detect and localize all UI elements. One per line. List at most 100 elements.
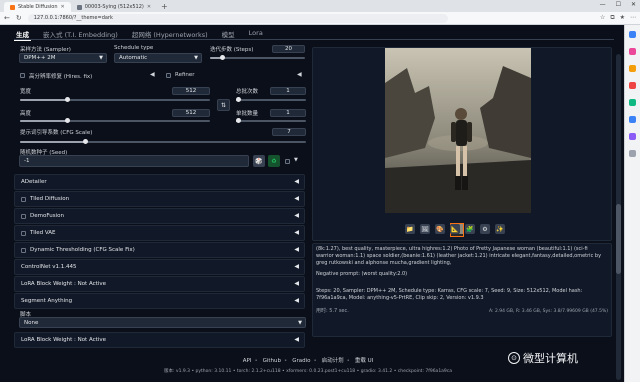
page-scrollbar[interactable] <box>616 54 621 380</box>
cfg-slider-handle[interactable] <box>83 139 89 144</box>
expand-arrow-icon: ◀ <box>294 195 299 202</box>
batch-count-slider[interactable] <box>236 97 306 102</box>
height-input[interactable]: 512 <box>172 109 210 117</box>
tab-title: Stable Diffusion <box>18 4 58 10</box>
seed-input[interactable]: -1 <box>19 155 249 167</box>
tab-favicon-icon <box>10 4 15 10</box>
outlook-icon[interactable] <box>629 116 636 123</box>
batch-count-slider-handle[interactable] <box>236 97 241 102</box>
favorites-icon[interactable]: ★ <box>620 14 625 22</box>
send-to-img2img-button[interactable]: 🖼 <box>420 224 430 234</box>
width-slider[interactable] <box>20 97 210 102</box>
footer-link-reload-ui[interactable]: 重载 UI <box>355 356 373 364</box>
steps-label: 迭代步数 (Steps) <box>210 47 254 53</box>
enable-checkbox[interactable] <box>21 231 26 236</box>
accordion-demofusion[interactable]: DemoFusion ◀ <box>14 208 305 224</box>
recycle-icon: ♻ <box>271 157 277 165</box>
gear-icon: ⚙ <box>482 225 488 233</box>
send-to-controlnet-button[interactable]: 🧩 <box>465 224 475 234</box>
send-to-inpaint-button[interactable]: 🎨 <box>435 224 445 234</box>
hires-expand-icon[interactable]: ◀ <box>150 71 155 78</box>
open-folder-button[interactable]: 📁 <box>405 224 415 234</box>
refresh-icon[interactable]: ↻ <box>16 14 22 22</box>
height-slider[interactable] <box>20 118 210 123</box>
footer-link-github[interactable]: Github <box>263 358 281 364</box>
accordion-tiled-diffusion[interactable]: Tiled Diffusion ◀ <box>14 191 305 207</box>
schedule-select[interactable]: Automatic ▼ <box>114 53 202 63</box>
width-slider-handle[interactable] <box>65 97 70 102</box>
steps-slider-handle[interactable] <box>219 55 225 60</box>
office-icon[interactable] <box>629 99 636 106</box>
reuse-seed-button[interactable]: ♻ <box>268 155 280 167</box>
batch-size-slider[interactable] <box>236 118 306 123</box>
footer-link-startup[interactable]: 启动计划 <box>322 356 344 364</box>
swap-dimensions-button[interactable]: ⇅ <box>217 99 230 111</box>
tools-icon[interactable] <box>629 65 636 72</box>
enable-checkbox[interactable] <box>21 214 26 219</box>
accordion-tiled-vae[interactable]: Tiled VAE ◀ <box>14 225 305 241</box>
games-icon[interactable] <box>629 82 636 89</box>
search-icon[interactable] <box>629 31 636 38</box>
settings-button[interactable]: ⚙ <box>480 224 490 234</box>
random-seed-button[interactable]: 🎲 <box>253 155 265 167</box>
scrollbar-thumb[interactable] <box>616 204 621 274</box>
expand-arrow-icon: ◀ <box>294 297 299 304</box>
accordion-lora-block-weight-2[interactable]: LoRA Block Weight : Not Active ◀ <box>14 332 305 348</box>
hires-checkbox[interactable] <box>20 73 25 78</box>
footer-separator: • <box>313 358 317 364</box>
dice-icon: 🎲 <box>255 157 263 165</box>
generated-image[interactable] <box>385 48 531 213</box>
accordion-controlnet[interactable]: ControlNet v1.1.445 ◀ <box>14 259 305 275</box>
batch-count-input[interactable]: 1 <box>270 87 306 95</box>
extra-seed-checkbox[interactable] <box>285 159 290 164</box>
hires-label: 高分辨率修复 (Hires. fix) <box>29 74 93 80</box>
add-icon[interactable] <box>629 150 636 157</box>
new-tab-button[interactable]: + <box>161 2 168 12</box>
footer-link-gradio[interactable]: Gradio <box>292 358 310 364</box>
cfg-label: 提示词引导系数 (CFG Scale) <box>20 130 93 136</box>
width-input[interactable]: 512 <box>172 87 210 95</box>
accordion-title: ADetailer <box>21 179 47 185</box>
swap-icon: ⇅ <box>220 101 227 109</box>
accordion-dynamic-thresholding[interactable]: Dynamic Thresholding (CFG Scale Fix) ◀ <box>14 242 305 258</box>
footer-link-api[interactable]: API <box>243 358 252 364</box>
send-to-extras-button[interactable]: 📐 <box>450 224 460 234</box>
chevron-down-icon: ▼ <box>99 55 103 61</box>
close-window-button[interactable]: ✕ <box>631 1 636 8</box>
apps-icon[interactable] <box>629 133 636 140</box>
accordion-lora-block-weight[interactable]: LoRA Block Weight : Not Active ◀ <box>14 276 305 292</box>
extensions-icon[interactable]: ⧉ <box>610 14 614 22</box>
height-slider-handle[interactable] <box>65 118 70 123</box>
refiner-expand-icon[interactable]: ◀ <box>297 71 302 78</box>
batch-size-input[interactable]: 1 <box>270 109 306 117</box>
browser-tab-image[interactable]: 00003-Sying (512x512) ✕ <box>71 2 157 12</box>
shopping-icon[interactable] <box>629 48 636 55</box>
minimize-button[interactable]: — <box>600 1 606 8</box>
more-icon[interactable]: ⋯ <box>630 14 636 22</box>
refiner-checkbox[interactable] <box>166 73 171 78</box>
chevron-down-icon[interactable]: ▼ <box>294 157 298 163</box>
batch-size-slider-handle[interactable] <box>236 118 241 123</box>
batch-size-label: 单批数量 <box>236 111 259 117</box>
sparkle-icon: ✨ <box>496 225 504 233</box>
palette-icon: 🎨 <box>436 225 444 233</box>
url-field[interactable]: 127.0.0.1:7860/?__theme=dark <box>27 13 448 23</box>
close-tab-icon[interactable]: ✕ <box>147 4 151 10</box>
accordion-adetailer[interactable]: ADetailer ◀ <box>14 174 305 190</box>
accordion-segment-anything[interactable]: Segment Anything ◀ <box>14 293 305 309</box>
star-icon[interactable]: ☆ <box>600 14 605 22</box>
browser-tab-stable-diffusion[interactable]: Stable Diffusion ✕ <box>4 2 71 12</box>
steps-input[interactable]: 20 <box>272 45 305 53</box>
script-select[interactable]: None ▼ <box>19 317 306 328</box>
maximize-button[interactable]: ☐ <box>616 1 621 8</box>
enable-checkbox[interactable] <box>21 248 26 253</box>
close-tab-icon[interactable]: ✕ <box>61 4 65 10</box>
footer-separator: • <box>254 358 258 364</box>
enhance-button[interactable]: ✨ <box>495 224 505 234</box>
cfg-input[interactable]: 7 <box>272 128 306 136</box>
sampler-select[interactable]: DPM++ 2M ▼ <box>19 53 107 63</box>
enable-checkbox[interactable] <box>21 197 26 202</box>
steps-slider[interactable] <box>210 55 305 60</box>
back-icon[interactable]: ← <box>4 14 10 22</box>
cfg-slider[interactable] <box>20 139 306 144</box>
